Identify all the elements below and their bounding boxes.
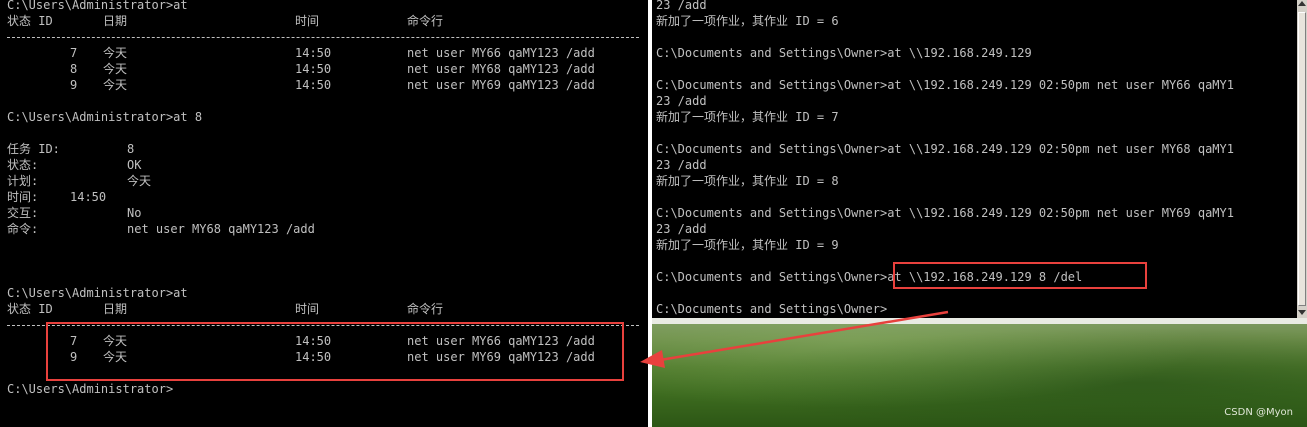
terminal-line: C:\Documents and Settings\Owner>at \\192… (656, 206, 1234, 220)
terminal-line: 23 /add (656, 0, 707, 12)
row-command: net user MY66 qaMY123 /add (407, 46, 595, 60)
col-command: 命令行 (407, 14, 444, 28)
wallpaper-edge (652, 318, 1307, 324)
terminal-line: 新加了一项作业，其作业 ID = 8 (656, 174, 839, 188)
row-time: 14:50 (295, 78, 332, 92)
scroll-thumb[interactable] (1298, 12, 1306, 306)
col-time: 时间 (295, 14, 320, 28)
terminal-line: 新加了一项作业，其作业 ID = 9 (656, 238, 839, 252)
row-id: 7 (70, 46, 78, 60)
terminal-line: 新加了一项作业，其作业 ID = 6 (656, 14, 839, 28)
detail-value: OK (127, 158, 142, 172)
terminal-line: 23 /add (656, 94, 707, 108)
row-command: net user MY68 qaMY123 /add (407, 62, 595, 76)
scroll-down-icon[interactable] (1298, 310, 1306, 315)
terminal-line: 新加了一项作业，其作业 ID = 7 (656, 110, 839, 124)
vertical-scrollbar[interactable] (1297, 0, 1307, 318)
detail-value: No (127, 206, 142, 220)
detail-label: 命令: (7, 222, 39, 236)
row-id: 9 (70, 78, 78, 92)
detail-label: 时间: (7, 190, 39, 204)
terminal-line: C:\Documents and Settings\Owner>at \\192… (656, 78, 1234, 92)
terminal-line: C:\Documents and Settings\Owner> (656, 302, 888, 316)
scroll-up-icon[interactable] (1298, 1, 1306, 6)
prompt-at: C:\Users\Administrator>at (7, 0, 188, 12)
col-status-id: 状态 ID (7, 302, 53, 316)
row-date: 今天 (103, 46, 128, 60)
row-date: 今天 (103, 78, 128, 92)
terminal-line: C:\Documents and Settings\Owner>at \\192… (656, 142, 1234, 156)
detail-value: 14:50 (70, 190, 107, 204)
row-date: 今天 (103, 62, 128, 76)
highlight-box-delete-command (893, 262, 1147, 289)
terminal-line: 23 /add (656, 158, 707, 172)
desktop-wallpaper: CSDN @Myon⁠ (652, 318, 1307, 427)
prompt-at-8: C:\Users\Administrator>at 8 (7, 110, 203, 124)
row-id: 8 (70, 62, 78, 76)
terminal-line: C:\Documents and Settings\Owner>at \\192… (656, 46, 1032, 60)
watermark-text: CSDN @Myon⁠ (1224, 407, 1293, 418)
detail-value: net user MY68 qaMY123 /add (127, 222, 315, 236)
header-divider (7, 37, 639, 38)
detail-label: 计划: (7, 174, 39, 188)
col-date: 日期 (103, 302, 128, 316)
prompt-at: C:\Users\Administrator>at (7, 286, 188, 300)
detail-value: 8 (127, 142, 135, 156)
row-time: 14:50 (295, 62, 332, 76)
col-date: 日期 (103, 14, 128, 28)
detail-label: 状态: (7, 158, 39, 172)
detail-value: 今天 (127, 174, 152, 188)
col-time: 时间 (295, 302, 320, 316)
row-command: net user MY69 qaMY123 /add (407, 78, 595, 92)
col-command: 命令行 (407, 302, 444, 316)
row-time: 14:50 (295, 46, 332, 60)
col-status-id: 状态 ID (7, 14, 53, 28)
detail-label: 交互: (7, 206, 39, 220)
terminal-line: 23 /add (656, 222, 707, 236)
detail-label: 任务 ID: (7, 142, 60, 156)
prompt-current: C:\Users\Administrator> (7, 382, 174, 396)
highlight-box-remaining-jobs (46, 322, 624, 381)
